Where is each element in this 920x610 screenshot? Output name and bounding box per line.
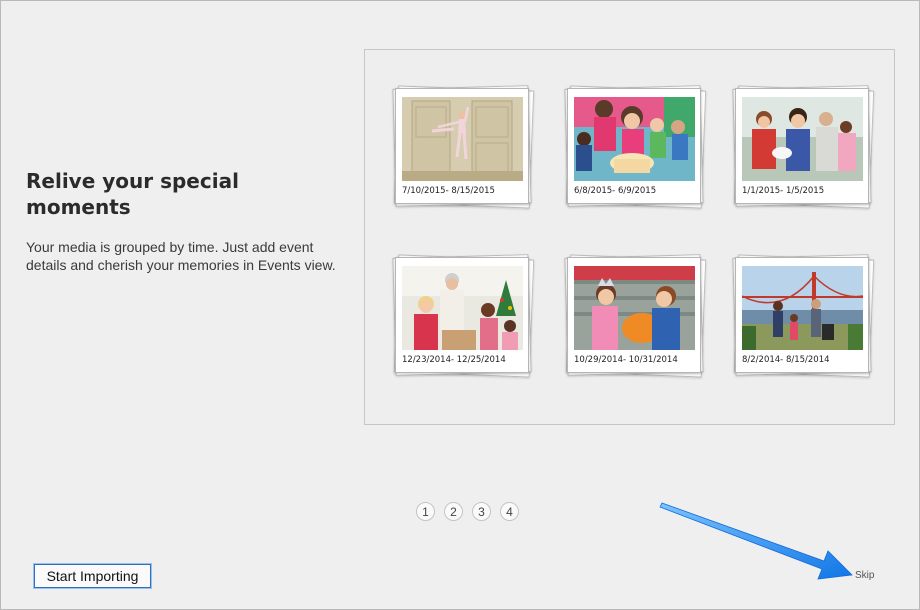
event-photo-pumpkin [574, 266, 695, 350]
event-photo-golden-gate [742, 266, 863, 350]
start-importing-button[interactable]: Start Importing [33, 563, 152, 589]
event-date: 1/1/2015- 1/5/2015 [742, 186, 825, 196]
event-card: 12/23/2014- 12/25/2014 [392, 254, 535, 378]
event-card: 6/8/2015- 6/9/2015 [564, 85, 707, 209]
welcome-window: Relive your special moments Your media i… [0, 0, 920, 610]
event-photo-ballet [402, 97, 523, 181]
event-photo-family [742, 97, 863, 181]
event-photo-christmas [402, 266, 523, 350]
event-date: 6/8/2015- 6/9/2015 [574, 186, 657, 196]
event-card: 8/2/2014- 8/15/2014 [732, 254, 875, 378]
page-4-button[interactable]: 4 [500, 502, 519, 521]
page-indicator: 1 2 3 4 [416, 502, 519, 521]
event-date: 7/10/2015- 8/15/2015 [402, 186, 495, 196]
event-card: 10/29/2014- 10/31/2014 [564, 254, 707, 378]
page-2-button[interactable]: 2 [444, 502, 463, 521]
skip-link[interactable]: Skip [855, 570, 874, 581]
arrow-annotation-icon [659, 502, 853, 580]
page-title: Relive your special moments [26, 169, 239, 219]
page-3-button[interactable]: 3 [472, 502, 491, 521]
event-date: 8/2/2014- 8/15/2014 [742, 355, 830, 365]
page-description: Your media is grouped by time. Just add … [26, 239, 336, 273]
event-photo-birthday [574, 97, 695, 181]
events-preview-panel: 7/10/2015- 8/15/2015 6/8/2015- 6/9/2015 … [364, 49, 895, 425]
event-date: 10/29/2014- 10/31/2014 [574, 355, 678, 365]
event-card: 7/10/2015- 8/15/2015 [392, 85, 535, 209]
page-1-button[interactable]: 1 [416, 502, 435, 521]
event-date: 12/23/2014- 12/25/2014 [402, 355, 506, 365]
event-card: 1/1/2015- 1/5/2015 [732, 85, 875, 209]
